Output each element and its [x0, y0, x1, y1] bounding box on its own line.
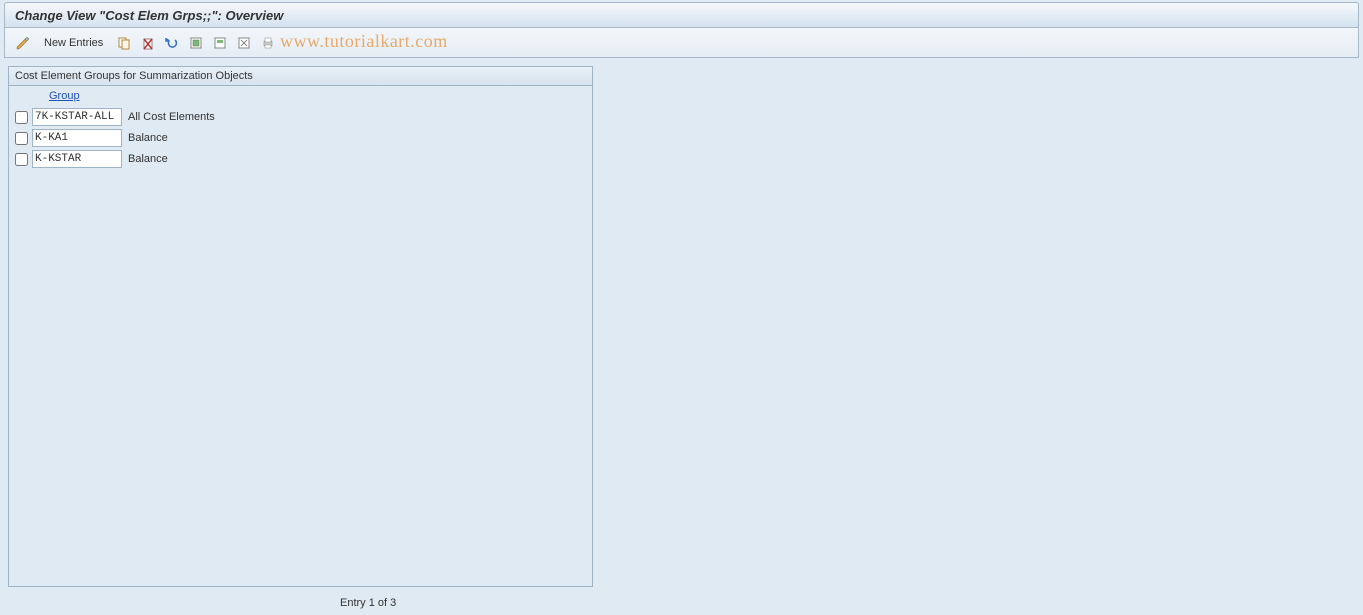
select-all-button[interactable] — [186, 33, 206, 53]
pencil-glasses-icon — [15, 35, 31, 51]
row-select-checkbox[interactable] — [15, 132, 28, 145]
print-icon — [261, 36, 275, 50]
entry-position-indicator: Entry 1 of 3 — [340, 597, 396, 609]
content-area: Cost Element Groups for Summarization Ob… — [0, 58, 1363, 595]
toggle-edit-button[interactable] — [13, 33, 33, 53]
new-entries-button[interactable]: New Entries — [37, 33, 110, 53]
select-block-icon — [213, 36, 227, 50]
table-row: Balance — [15, 129, 586, 147]
panel-title: Cost Element Groups for Summarization Ob… — [9, 67, 592, 86]
row-select-checkbox[interactable] — [15, 111, 28, 124]
select-block-button[interactable] — [210, 33, 230, 53]
table-header-row: Group — [9, 86, 592, 106]
print-button[interactable] — [258, 33, 278, 53]
watermark-text: www.tutorialkart.com — [280, 31, 448, 52]
column-header-group[interactable]: Group — [9, 86, 86, 106]
copy-button[interactable] — [114, 33, 134, 53]
title-bar: Change View "Cost Elem Grps;;": Overview — [4, 2, 1359, 28]
table-body: All Cost Elements Balance Balance — [9, 106, 592, 586]
undo-button[interactable] — [162, 33, 182, 53]
application-toolbar: New Entries — [4, 28, 1359, 58]
table-panel: Cost Element Groups for Summarization Ob… — [8, 66, 593, 587]
table-row: All Cost Elements — [15, 108, 586, 126]
deselect-all-icon — [237, 36, 251, 50]
row-select-checkbox[interactable] — [15, 153, 28, 166]
delete-icon — [141, 36, 155, 50]
table-row: Balance — [15, 150, 586, 168]
deselect-all-button[interactable] — [234, 33, 254, 53]
page-title: Change View "Cost Elem Grps;;": Overview — [15, 8, 283, 23]
group-code-input[interactable] — [32, 150, 122, 168]
group-description: Balance — [126, 153, 168, 165]
group-code-input[interactable] — [32, 129, 122, 147]
copy-icon — [117, 36, 131, 50]
select-all-icon — [189, 36, 203, 50]
group-description: Balance — [126, 132, 168, 144]
delete-button[interactable] — [138, 33, 158, 53]
new-entries-label: New Entries — [44, 37, 103, 49]
group-description: All Cost Elements — [126, 111, 215, 123]
group-code-input[interactable] — [32, 108, 122, 126]
undo-icon — [165, 36, 179, 50]
